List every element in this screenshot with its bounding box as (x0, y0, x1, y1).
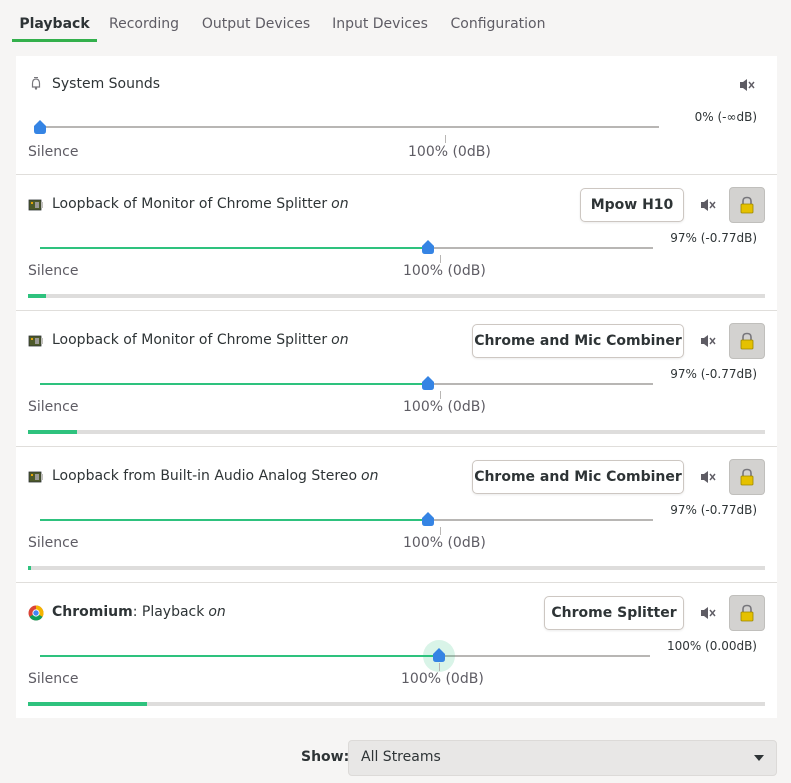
peak-level-fill (28, 430, 77, 434)
stream-name: Loopback from Built-in Audio Analog Ster… (52, 468, 378, 484)
volume-slider-track[interactable] (40, 126, 659, 128)
lock-channels-button[interactable] (729, 459, 765, 495)
stream-name-label: Loopback of Monitor of Chrome Splitter (52, 332, 328, 348)
mute-speaker-icon[interactable] (699, 333, 717, 349)
lock-icon (740, 604, 754, 622)
hundred-percent-label: 100% (0dB) (408, 144, 491, 160)
tab-playback[interactable]: Playback (12, 0, 97, 42)
stream-name: Loopback of Monitor of Chrome Splitter on (52, 332, 349, 348)
volume-slider-knob[interactable] (422, 512, 434, 526)
mute-speaker-icon[interactable] (699, 605, 717, 621)
stream-state: on (331, 196, 349, 212)
silence-label: Silence (28, 671, 79, 687)
tab-bar: Playback Recording Output Devices Input … (0, 0, 791, 44)
mute-speaker-icon[interactable] (738, 77, 756, 93)
hundred-percent-label: 100% (0dB) (401, 671, 484, 687)
lock-icon (740, 196, 754, 214)
show-filter-row: Show: All Streams (0, 740, 791, 776)
app-name: Chromium (52, 604, 133, 620)
volume-percentage: 0% (-∞dB) (694, 110, 757, 124)
tab-input-devices[interactable]: Input Devices (326, 0, 434, 42)
stream-name-label: System Sounds (52, 76, 161, 92)
silence-label: Silence (28, 535, 79, 551)
peak-level-meter (28, 294, 765, 298)
stream-row: Loopback of Monitor of Chrome Splitter on… (16, 175, 777, 311)
chromium-icon (28, 605, 44, 621)
volume-slider-knob[interactable] (433, 648, 445, 662)
volume-slider-fill (40, 519, 428, 521)
tab-configuration[interactable]: Configuration (444, 0, 552, 42)
output-device-button[interactable]: Chrome and Mic Combiner (472, 324, 684, 358)
audio-card-icon (28, 199, 43, 211)
mute-speaker-icon[interactable] (699, 469, 717, 485)
show-label: Show: (301, 749, 350, 765)
streams-panel: System Sounds 0% (-∞dB) Silence 100% (0d… (16, 56, 777, 718)
output-device-button[interactable]: Chrome Splitter (544, 596, 684, 630)
volume-percentage: 97% (-0.77dB) (670, 503, 757, 517)
peak-level-meter (28, 430, 765, 434)
stream-name-label: : Playback (132, 604, 205, 620)
lock-channels-button[interactable] (729, 187, 765, 223)
lock-channels-button[interactable] (729, 595, 765, 631)
stream-name: Chromium: Playback on (52, 604, 226, 620)
output-device-button[interactable]: Chrome and Mic Combiner (472, 460, 684, 494)
stream-name: System Sounds (52, 76, 160, 92)
chevron-down-icon (754, 755, 764, 761)
scale-tick-100 (439, 663, 440, 671)
audio-card-icon (28, 335, 43, 347)
silence-label: Silence (28, 399, 79, 415)
scale-tick-100 (440, 391, 441, 399)
lock-icon (740, 332, 754, 350)
hundred-percent-label: 100% (0dB) (403, 263, 486, 279)
stream-state: on (361, 468, 379, 484)
volume-percentage: 97% (-0.77dB) (670, 367, 757, 381)
show-filter-dropdown[interactable]: All Streams (348, 740, 777, 776)
volume-percentage: 97% (-0.77dB) (670, 231, 757, 245)
scale-tick-100 (445, 135, 446, 143)
show-filter-value: All Streams (361, 749, 441, 765)
volume-slider-knob[interactable] (422, 240, 434, 254)
stream-name: Loopback of Monitor of Chrome Splitter on (52, 196, 349, 212)
volume-slider-fill (40, 247, 428, 249)
stream-name-label: Loopback of Monitor of Chrome Splitter (52, 196, 328, 212)
silence-label: Silence (28, 263, 79, 279)
volume-slider-fill (40, 383, 428, 385)
stream-row: Chromium: Playback on Chrome Splitter 100… (16, 583, 777, 718)
volume-percentage: 100% (0.00dB) (666, 639, 757, 653)
scale-tick-100 (440, 527, 441, 535)
volume-slider-fill (40, 655, 439, 657)
peak-level-fill (28, 566, 31, 570)
tab-recording[interactable]: Recording (103, 0, 185, 42)
peak-level-meter (28, 702, 765, 706)
stream-name-label: Loopback from Built-in Audio Analog Ster… (52, 468, 358, 484)
audio-card-icon (28, 471, 43, 483)
peak-level-fill (28, 702, 147, 706)
hundred-percent-label: 100% (0dB) (403, 535, 486, 551)
peak-level-fill (28, 294, 46, 298)
output-device-button[interactable]: Mpow H10 (580, 188, 684, 222)
volume-slider-knob[interactable] (34, 120, 46, 134)
lock-channels-button[interactable] (729, 323, 765, 359)
hundred-percent-label: 100% (0dB) (403, 399, 486, 415)
mute-speaker-icon[interactable] (699, 197, 717, 213)
system-sounds-row: System Sounds 0% (-∞dB) Silence 100% (0d… (16, 56, 777, 175)
stream-row: Loopback from Built-in Audio Analog Ster… (16, 447, 777, 583)
stream-state: on (208, 604, 226, 620)
stream-row: Loopback of Monitor of Chrome Splitter on… (16, 311, 777, 447)
peak-level-meter (28, 566, 765, 570)
bell-icon (31, 77, 41, 90)
stream-state: on (331, 332, 349, 348)
lock-icon (740, 468, 754, 486)
tab-output-devices[interactable]: Output Devices (196, 0, 316, 42)
silence-label: Silence (28, 144, 79, 160)
scale-tick-100 (440, 255, 441, 263)
volume-slider-knob[interactable] (422, 376, 434, 390)
